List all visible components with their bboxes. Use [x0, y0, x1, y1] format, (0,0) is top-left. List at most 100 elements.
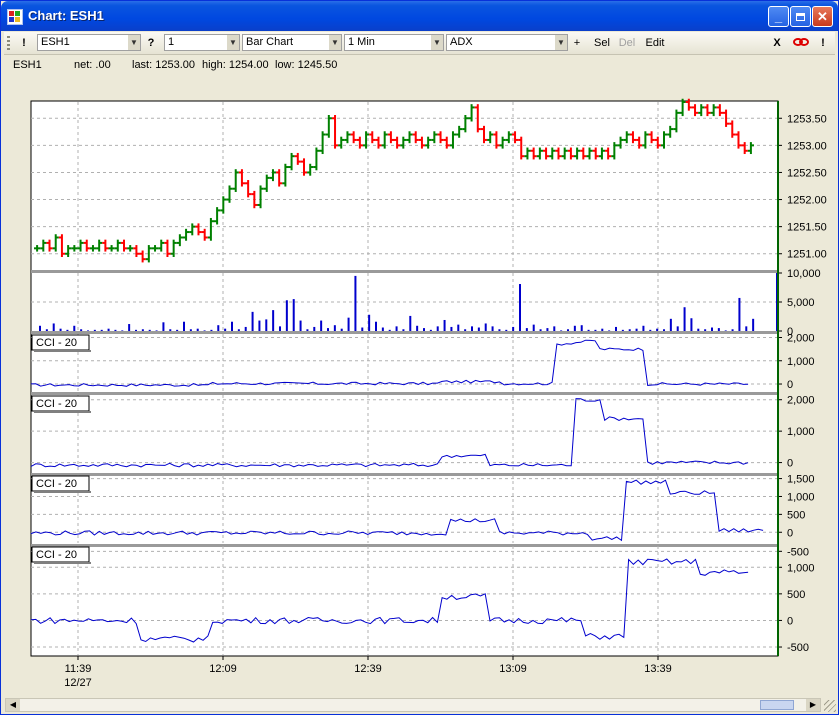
axis-tick-label: 2,000 — [787, 332, 815, 344]
axis-tick-label: 1251.50 — [787, 222, 827, 234]
time-axis-label: 11:39 — [65, 663, 92, 675]
chart-app-icon — [7, 9, 23, 25]
indicator-combo[interactable]: ADX ▼ — [446, 34, 568, 51]
axis-tick-label: 0 — [787, 458, 793, 470]
chart-toolbar: ! ESH1 ▼ ? 1 ▼ Bar Chart ▼ 1 Min ▼ ADX ▼… — [4, 32, 835, 55]
chart-area[interactable]: 1253.50 1253.00 1252.50 1252.00 1251.50 1251.… — [1, 75, 838, 695]
volume-bar — [505, 329, 508, 331]
cci-label-shadow — [34, 411, 91, 413]
date-axis-label: 12/27 — [64, 677, 92, 689]
volume-bar — [135, 329, 137, 331]
edit-button[interactable]: Edit — [642, 35, 668, 51]
help-button[interactable]: ? — [143, 35, 159, 51]
volume-bar — [313, 326, 316, 331]
toolbar-grip[interactable] — [7, 36, 10, 50]
horizontal-scrollbar[interactable]: ◀ ▶ — [5, 698, 821, 712]
chevron-down-icon[interactable]: ▼ — [555, 35, 567, 50]
volume-bar — [299, 320, 302, 331]
time-axis-label: 13:09 — [499, 663, 527, 675]
volume-bar — [388, 329, 391, 331]
info-net: net: .00 — [74, 59, 111, 71]
add-indicator-button[interactable]: + — [570, 35, 584, 51]
volume-bar — [279, 326, 281, 331]
volume-bar — [553, 326, 556, 331]
volume-bar — [477, 327, 480, 331]
axis-tick-label: 1,500 — [787, 474, 815, 486]
volume-bar — [80, 329, 83, 331]
volume-bar — [663, 329, 665, 331]
cci-label: CCI - 20 — [36, 398, 77, 410]
window-title: Chart: ESH1 — [28, 8, 104, 23]
chevron-down-icon[interactable]: ▼ — [128, 35, 140, 50]
volume-bar — [100, 329, 103, 331]
volume-bar — [93, 329, 96, 331]
panel-separator — [31, 392, 778, 395]
minimize-icon: _ — [774, 9, 783, 24]
chevron-down-icon[interactable]: ▼ — [329, 35, 341, 50]
select-button[interactable]: Sel — [590, 35, 614, 51]
axis-tick-label: 1,000 — [787, 562, 815, 574]
cci-label-shadow — [34, 491, 91, 493]
panel-separator — [31, 270, 778, 273]
volume-bar — [265, 319, 268, 331]
volume-bar — [738, 297, 741, 331]
time-axis-label: 13:39 — [644, 663, 672, 675]
alert-button-right[interactable]: ! — [816, 35, 830, 51]
minimize-button[interactable]: _ — [768, 6, 789, 27]
volume-bar — [217, 325, 220, 331]
chart-svg[interactable]: 1253.50 1253.00 1252.50 1252.00 1251.50 1251.… — [1, 75, 838, 695]
volume-bar — [471, 326, 473, 331]
volume-bar — [525, 328, 528, 331]
volume-bar — [711, 327, 713, 331]
close-window-button[interactable]: ✕ — [812, 6, 833, 27]
resize-grip-icon[interactable] — [824, 700, 836, 712]
scroll-thumb[interactable] — [760, 700, 794, 710]
delete-button[interactable]: Del — [616, 35, 638, 51]
volume-bar — [608, 330, 611, 331]
link-broken-icon — [793, 38, 809, 46]
volume-bar — [635, 328, 638, 331]
volume-bar — [731, 329, 734, 331]
volume-bar — [354, 275, 357, 331]
axis-tick-label: 5,000 — [787, 297, 815, 309]
volume-bar — [594, 329, 597, 331]
axis-tick-label: 0 — [787, 527, 793, 539]
panel-separator — [31, 331, 778, 334]
volume-bar — [423, 328, 425, 331]
period-combo[interactable]: 1 Min ▼ — [344, 34, 444, 51]
volume-bar — [306, 329, 309, 331]
volume-bar — [59, 328, 62, 331]
maximize-button[interactable] — [790, 6, 811, 27]
volume-bar — [752, 318, 755, 331]
volume-bar — [457, 324, 460, 331]
scroll-right-icon[interactable]: ▶ — [806, 699, 820, 711]
chevron-down-icon[interactable]: ▼ — [431, 35, 443, 50]
volume-bar — [745, 326, 748, 331]
volume-bar — [52, 323, 55, 331]
chevron-down-icon[interactable]: ▼ — [227, 35, 239, 50]
volume-bar — [642, 325, 645, 331]
axis-tick-label: 1253.00 — [787, 140, 827, 152]
volume-bar — [224, 328, 227, 331]
panel-separator — [31, 544, 778, 547]
volume-bar — [519, 284, 521, 331]
volume-bar — [66, 329, 69, 331]
close-chart-button[interactable]: X — [770, 35, 784, 51]
interval-combo[interactable]: 1 ▼ — [164, 34, 240, 51]
volume-bar — [498, 329, 501, 331]
volume-bar — [231, 321, 233, 331]
axis-tick-label: 1253.50 — [787, 113, 827, 125]
scroll-left-icon[interactable]: ◀ — [6, 699, 20, 711]
title-bar[interactable]: Chart: ESH1 _ ✕ — [1, 1, 838, 31]
chart-type-combo[interactable]: Bar Chart ▼ — [242, 34, 342, 51]
volume-bar — [491, 326, 494, 331]
volume-bar — [580, 325, 583, 331]
volume-bar — [203, 330, 206, 331]
alert-button[interactable]: ! — [16, 35, 32, 51]
connection-button[interactable] — [792, 35, 810, 51]
symbol-combo[interactable]: ESH1 ▼ — [37, 34, 141, 51]
volume-bar — [724, 330, 727, 331]
info-last: last: 1253.00 — [132, 59, 195, 71]
volume-bar — [704, 329, 707, 331]
axis-tick-label: -500 — [787, 642, 809, 654]
